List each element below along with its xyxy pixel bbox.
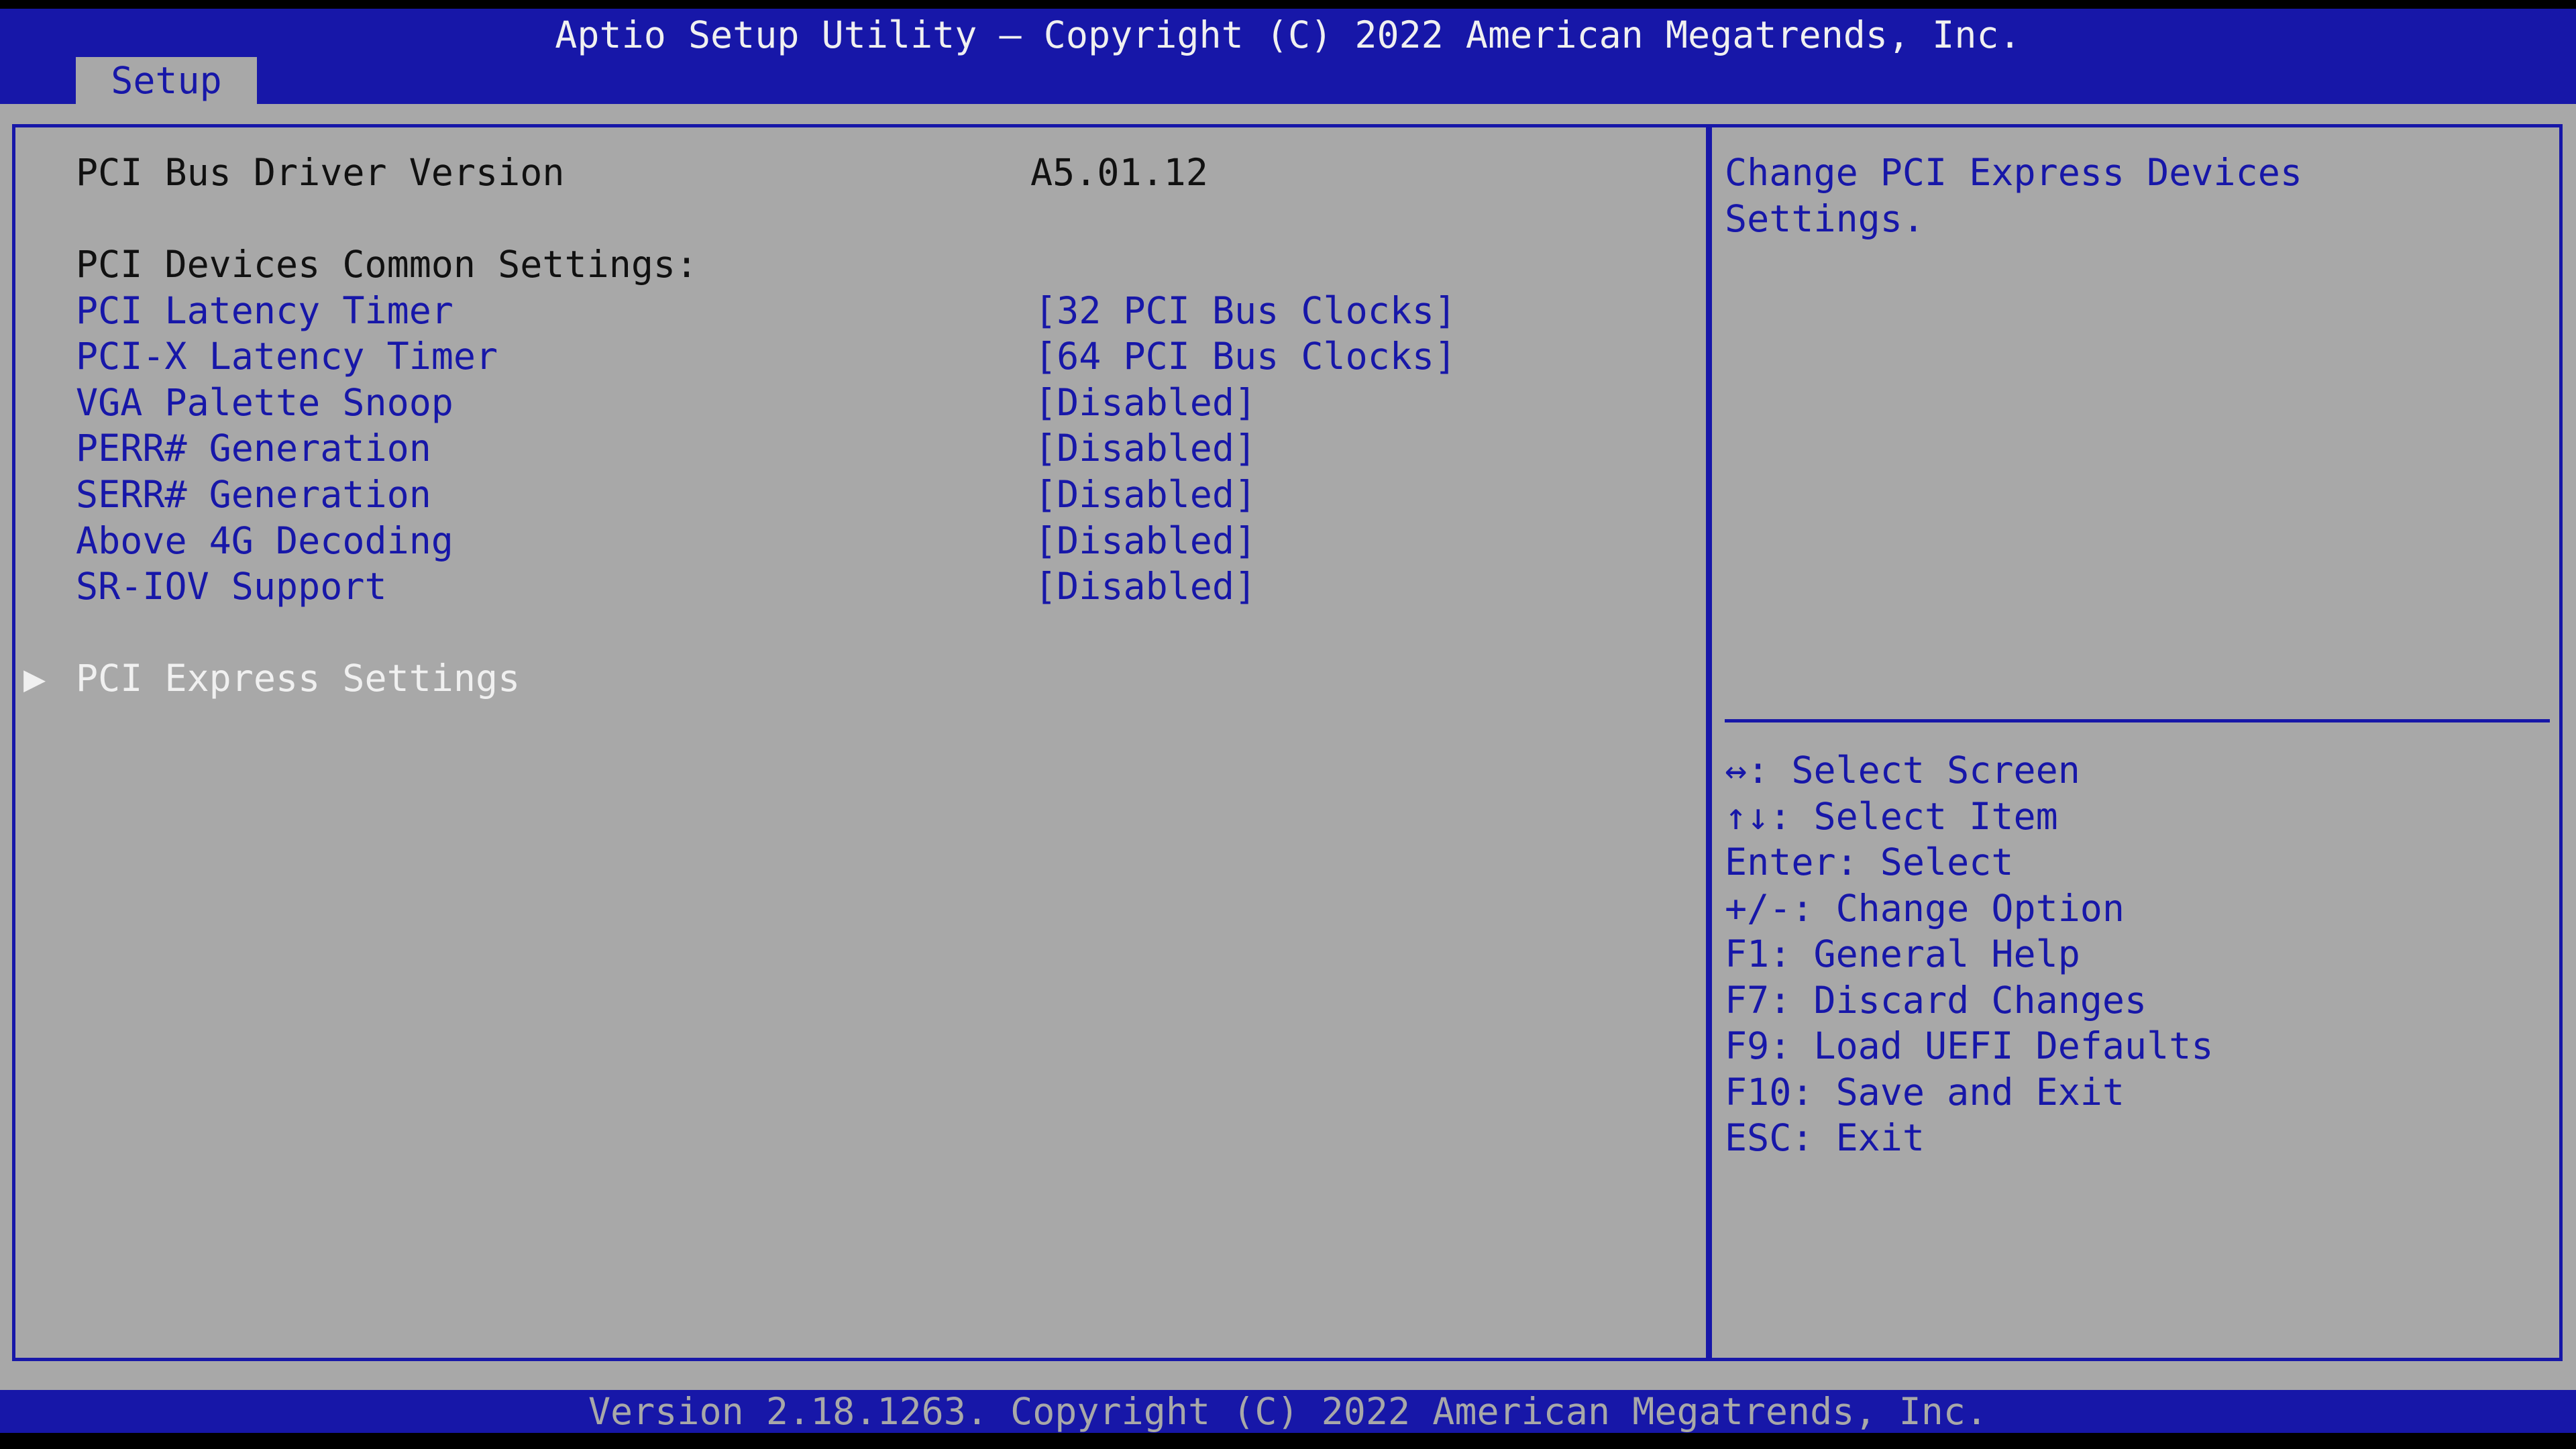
- key-hint-save-and-exit: F10: Save and Exit: [1725, 1071, 2125, 1114]
- option-pci-latency-timer-value[interactable]: [32 PCI Bus Clocks]: [1034, 288, 1456, 334]
- option-pci-latency-timer-label[interactable]: PCI Latency Timer: [76, 288, 453, 334]
- submenu-pci-express-settings[interactable]: PCI Express Settings: [76, 655, 520, 702]
- help-divider: [1725, 719, 2550, 722]
- key-hint-select-item: ↑↓: Select Item: [1725, 795, 2058, 838]
- option-serr-generation-value[interactable]: [Disabled]: [1034, 472, 1256, 518]
- option-sr-iov-support-value[interactable]: [Disabled]: [1034, 564, 1256, 610]
- key-hint-change-option: +/-: Change Option: [1725, 887, 2125, 930]
- key-hint-load-uefi-defaults: F9: Load UEFI Defaults: [1725, 1024, 2214, 1067]
- option-above-4g-decoding-label[interactable]: Above 4G Decoding: [76, 518, 453, 564]
- common-settings-heading: PCI Devices Common Settings:: [76, 243, 698, 286]
- option-pcix-latency-timer-label[interactable]: PCI-X Latency Timer: [76, 333, 498, 380]
- option-vga-palette-snoop-value[interactable]: [Disabled]: [1034, 380, 1256, 426]
- option-pcix-latency-timer-value[interactable]: [64 PCI Bus Clocks]: [1034, 333, 1456, 380]
- submenu-arrow-icon: ▶: [23, 657, 46, 700]
- option-perr-generation-label[interactable]: PERR# Generation: [76, 425, 431, 472]
- bios-title: Aptio Setup Utility – Copyright (C) 2022…: [555, 13, 2021, 56]
- help-text-line1: Change PCI Express Devices: [1725, 151, 2302, 194]
- driver-version-value: A5.01.12: [1030, 151, 1208, 194]
- tab-setup[interactable]: Setup: [76, 57, 257, 104]
- key-hint-esc-exit: ESC: Exit: [1725, 1116, 1925, 1159]
- key-hint-general-help: F1: General Help: [1725, 932, 2080, 975]
- key-hint-select-screen: ↔: Select Screen: [1725, 749, 2080, 792]
- option-serr-generation-label[interactable]: SERR# Generation: [76, 472, 431, 518]
- driver-version-label: PCI Bus Driver Version: [76, 151, 565, 194]
- help-pane: [1709, 124, 2563, 1361]
- option-above-4g-decoding-value[interactable]: [Disabled]: [1034, 518, 1256, 564]
- option-perr-generation-value[interactable]: [Disabled]: [1034, 425, 1256, 472]
- option-sr-iov-support-label[interactable]: SR-IOV Support: [76, 564, 387, 610]
- key-hint-enter-select: Enter: Select: [1725, 841, 2014, 883]
- footer-version-text: Version 2.18.1263. Copyright (C) 2022 Am…: [588, 1390, 1988, 1433]
- key-hint-discard-changes: F7: Discard Changes: [1725, 979, 2147, 1022]
- option-vga-palette-snoop-label[interactable]: VGA Palette Snoop: [76, 380, 453, 426]
- help-text-line2: Settings.: [1725, 197, 1925, 240]
